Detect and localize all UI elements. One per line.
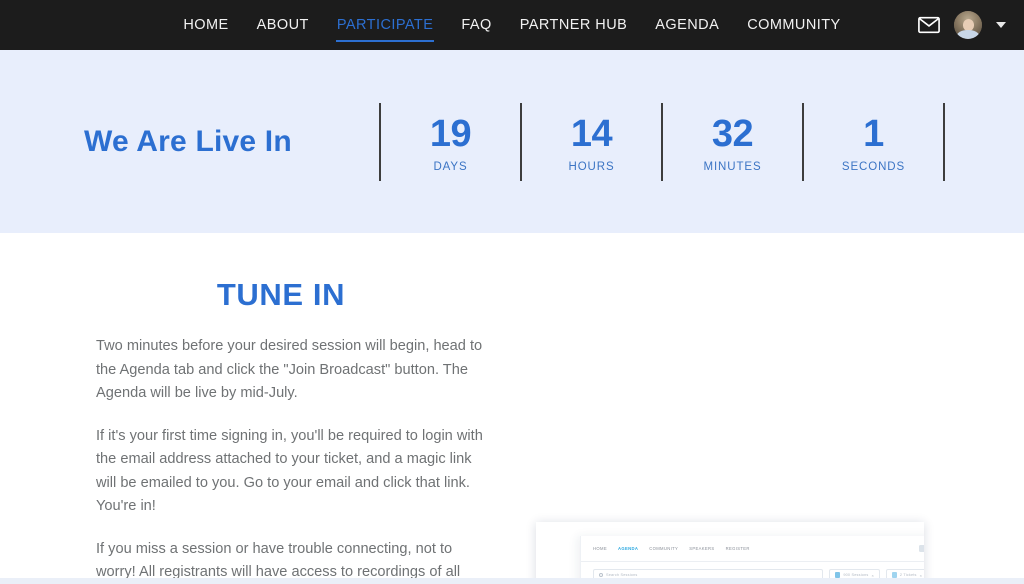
filter-sessions-label: 900 Sessions [843, 573, 869, 577]
main-content: TUNE IN Two minutes before your desired … [0, 233, 1024, 584]
screenshot-nav: HOME AGENDA COMMUNITY SPEAKERS REGISTER [581, 536, 924, 562]
screenshot-nav-speakers: SPEAKERS [689, 546, 715, 551]
nav-item-partner-hub[interactable]: PARTNER HUB [506, 15, 642, 35]
agenda-screenshot-image: HOME AGENDA COMMUNITY SPEAKERS REGISTER … [536, 522, 924, 584]
next-section-band [0, 578, 1024, 584]
screenshot-nav-home: HOME [593, 546, 607, 551]
chevron-down-icon[interactable] [996, 22, 1006, 28]
filter-tickets-label: 2 Tickets [899, 573, 917, 577]
countdown-unit-days: 19 DAYS [381, 103, 520, 181]
search-placeholder: Search Sessions [606, 573, 638, 577]
countdown-hours-label: HOURS [568, 160, 615, 173]
tune-in-paragraph-2: If it's your first time signing in, you'… [96, 427, 483, 515]
screenshot-nav-community: COMMUNITY [649, 546, 679, 551]
screenshot-nav-register: REGISTER [725, 546, 750, 551]
tune-in-text-column: TUNE IN Two minutes before your desired … [96, 277, 526, 584]
nav-right-actions [918, 0, 1006, 50]
countdown-unit-hours: 14 HOURS [522, 103, 661, 181]
nav-item-about[interactable]: ABOUT [243, 15, 323, 35]
countdown-minutes-value: 32 [711, 112, 754, 155]
bell-icon [919, 545, 924, 552]
page-title: TUNE IN [216, 277, 346, 312]
countdown-seconds-label: SECONDS [841, 160, 906, 173]
avatar-body [957, 30, 979, 39]
countdown-title: We Are Live In [84, 124, 292, 158]
close-icon: × [919, 572, 922, 578]
countdown-unit-minutes: 32 MINUTES [663, 103, 802, 181]
countdown-hours-value: 14 [570, 112, 613, 155]
countdown-days-value: 19 [429, 112, 472, 155]
top-navigation-bar: HOME ABOUT PARTICIPATE FAQ PARTNER HUB A… [0, 0, 1024, 50]
envelope-icon[interactable] [918, 14, 940, 36]
countdown-section: We Are Live In 19 DAYS 14 HOURS 32 MINUT… [0, 50, 1024, 233]
screenshot-nav-agenda: AGENDA [617, 546, 639, 551]
avatar[interactable] [954, 11, 982, 39]
nav-item-faq[interactable]: FAQ [447, 15, 505, 35]
countdown-days-label: DAYS [433, 160, 468, 173]
countdown-unit-seconds: 1 SECONDS [804, 103, 943, 181]
nav-item-participate[interactable]: PARTICIPATE [323, 15, 448, 42]
search-icon [599, 573, 603, 577]
nav-links-list: HOME ABOUT PARTICIPATE FAQ PARTNER HUB A… [169, 15, 854, 42]
countdown-seconds-value: 1 [863, 112, 884, 155]
nav-item-home[interactable]: HOME [169, 15, 242, 35]
countdown-divider [943, 102, 945, 181]
nav-item-agenda[interactable]: AGENDA [641, 15, 733, 35]
screenshot-app-window: HOME AGENDA COMMUNITY SPEAKERS REGISTER … [580, 536, 924, 584]
countdown-minutes-label: MINUTES [703, 160, 762, 173]
countdown-units: 19 DAYS 14 HOURS 32 MINUTES 1 SECONDS [379, 102, 945, 181]
tune-in-paragraph-1: Two minutes before your desired session … [96, 338, 483, 401]
screenshot-nav-actions [919, 543, 924, 554]
nav-item-community[interactable]: COMMUNITY [733, 15, 854, 35]
close-icon: × [871, 572, 874, 578]
